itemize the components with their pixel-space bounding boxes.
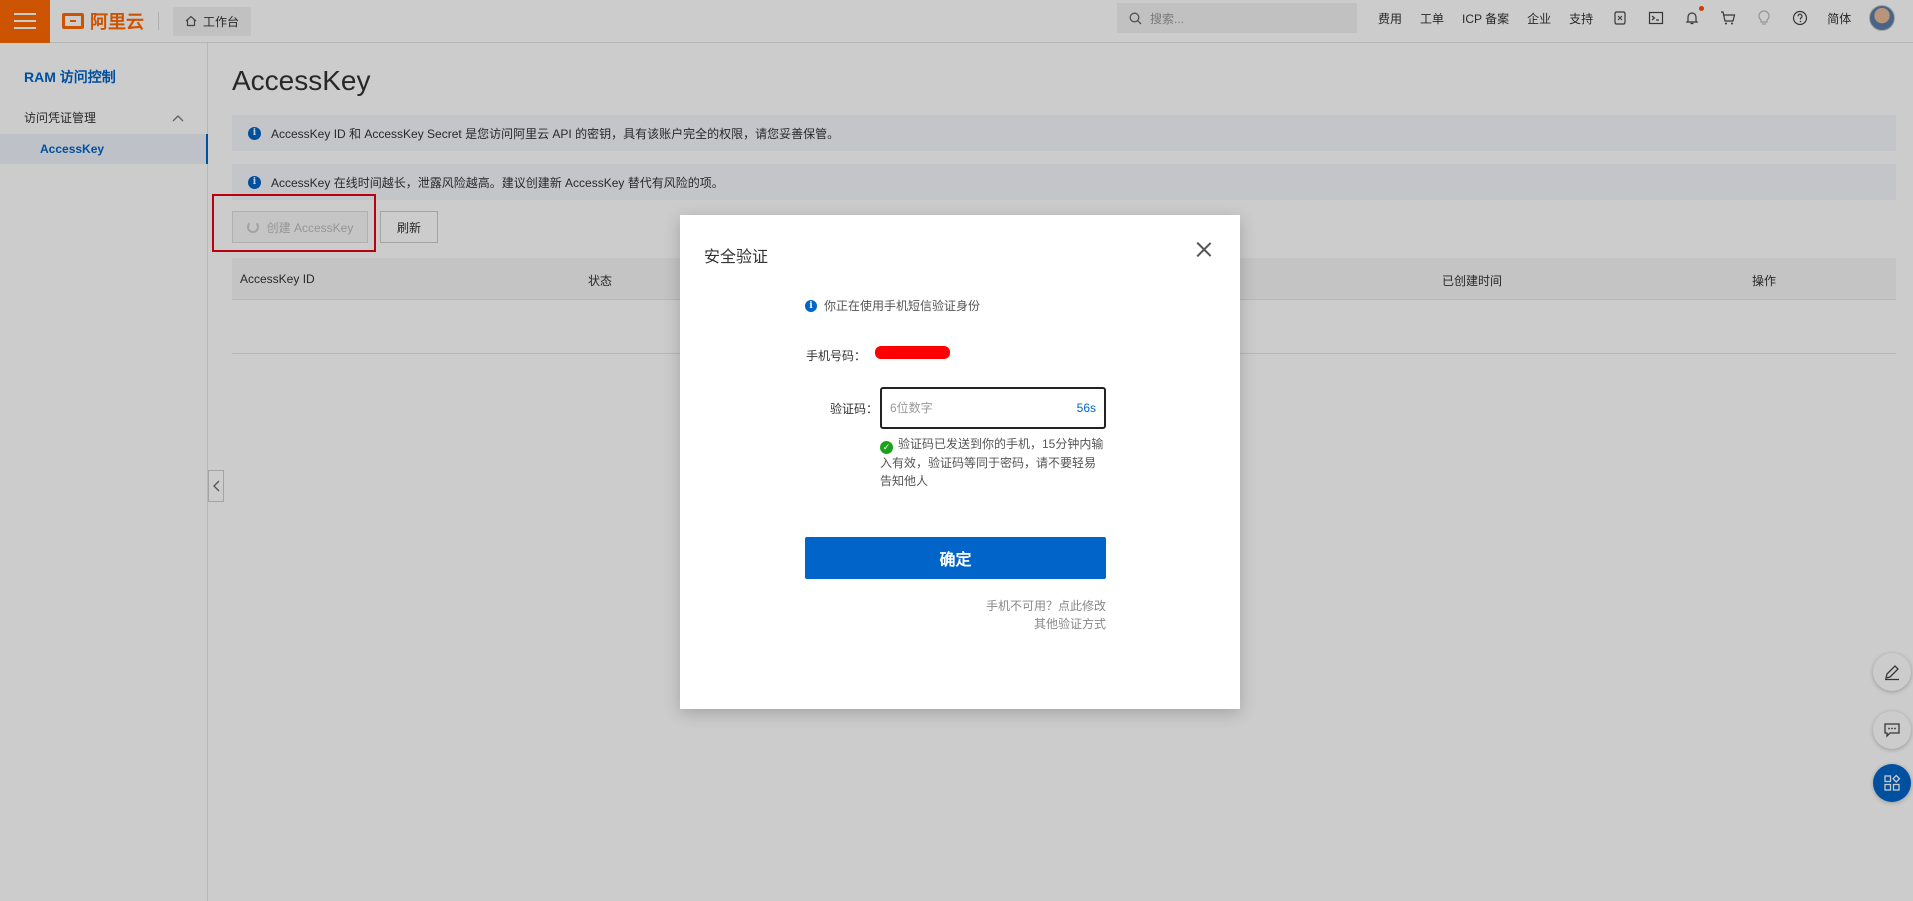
verification-code-input[interactable] [890, 401, 1077, 415]
code-sent-text: 验证码已发送到你的手机，15分钟内输入有效，验证码等同于密码，请不要轻易告知他人 [880, 437, 1104, 488]
dialog-title: 安全验证 [704, 249, 769, 266]
other-methods-link[interactable]: 其他验证方式 [1034, 615, 1106, 632]
hint-text: 你正在使用手机短信验证身份 [824, 299, 981, 313]
code-sent-message: ✓ 验证码已发送到你的手机，15分钟内输入有效，验证码等同于密码，请不要轻易告知他… [880, 435, 1106, 490]
info-icon: i [805, 299, 817, 312]
verification-code-field[interactable]: 56s [880, 387, 1106, 429]
resend-countdown: 56s [1076, 401, 1096, 415]
phone-number-redacted [875, 346, 950, 359]
code-label: 验证码： [829, 402, 878, 416]
check-circle-icon: ✓ [880, 440, 893, 454]
security-verification-dialog: 安全验证 i 你正在使用手机短信验证身份 手机号码： 验证码： 56s ✓验证码… [680, 215, 1240, 709]
close-icon[interactable] [1196, 241, 1212, 257]
phone-unavailable-link[interactable]: 手机不可用？点此修改 [986, 597, 1106, 614]
confirm-button[interactable]: 确定 [805, 537, 1106, 579]
verification-hint: i 你正在使用手机短信验证身份 [805, 297, 980, 314]
phone-label: 手机号码： [805, 349, 866, 363]
